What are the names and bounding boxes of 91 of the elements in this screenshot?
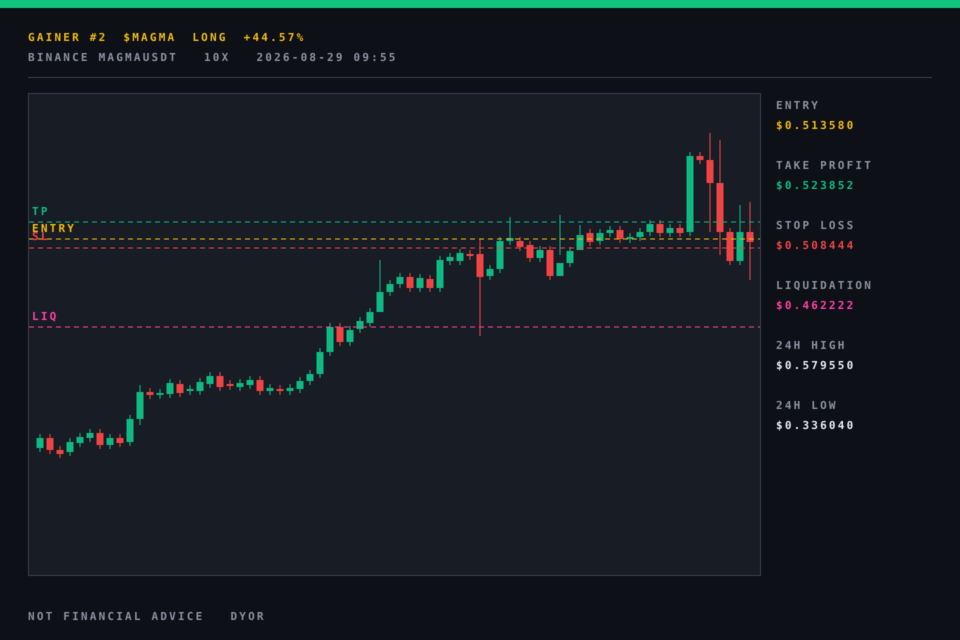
header-subtitle-text: 10X [204, 50, 230, 66]
stat-label: 24H HIGH [776, 340, 848, 352]
candlestick [186, 384, 194, 396]
stat-value: $0.579550 [776, 360, 856, 372]
candlestick [496, 236, 504, 274]
stat-label: TAKE PROFIT [776, 160, 874, 172]
candlestick [666, 224, 674, 238]
candlestick [276, 384, 284, 396]
candlestick [436, 256, 444, 292]
candlestick [116, 434, 124, 448]
stat-label: 24H LOW [776, 400, 839, 412]
candlestick [376, 260, 384, 312]
header-title-text: GAINER #2 [28, 30, 108, 46]
header-title-text: +44.57% [244, 30, 306, 46]
candlestick [46, 434, 54, 454]
candlestick [426, 274, 434, 292]
candlestick [566, 246, 574, 268]
candlestick [106, 434, 114, 450]
stat-value: $0.513580 [776, 120, 856, 132]
candlestick [226, 380, 234, 390]
candlestick [466, 250, 474, 260]
header-title-text: $MAGMA [123, 30, 176, 46]
candlestick [306, 370, 314, 386]
candlestick [96, 428, 104, 450]
candlestick [286, 384, 294, 396]
candlestick [676, 224, 684, 238]
footer-text: NOT FINANCIAL ADVICE [28, 609, 204, 625]
candlestick [156, 388, 164, 400]
candlestick [316, 348, 324, 378]
candlestick [636, 228, 644, 242]
header-title-text: LONG [192, 30, 228, 46]
candlestick [386, 280, 394, 296]
footer-text: DYOR [230, 609, 266, 625]
candlestick [646, 220, 654, 236]
candlestick [326, 322, 334, 356]
candlestick [66, 438, 74, 456]
candlestick [556, 214, 564, 276]
candlestick [266, 384, 274, 396]
candlestick [216, 372, 224, 392]
candlestick [616, 226, 624, 244]
candlestick [36, 434, 44, 452]
candlestick [86, 428, 94, 442]
candlestick [446, 252, 454, 266]
candlestick [126, 414, 134, 446]
level-label: LIQ [32, 311, 58, 322]
candlestick [246, 376, 254, 390]
stat-value: $0.523852 [776, 180, 856, 192]
candlestick [336, 322, 344, 346]
stat-label: ENTRY [776, 100, 822, 112]
stat-value: $0.462222 [776, 300, 856, 312]
candlestick [486, 264, 494, 280]
candlestick [366, 308, 374, 328]
level-label: TP [32, 206, 50, 217]
candlestick [506, 216, 514, 246]
candlestick [256, 376, 264, 396]
candlestick [536, 246, 544, 262]
candlestick [416, 274, 424, 292]
candlestick [176, 380, 184, 398]
stat-label: LIQUIDATION [776, 280, 874, 292]
candlestick [136, 384, 144, 426]
header-subtitle-text: BINANCE MAGMAUSDT [28, 50, 178, 66]
candlestick [626, 232, 634, 244]
candlestick [456, 248, 464, 266]
candlestick [606, 226, 614, 238]
candlestick [546, 246, 554, 280]
candlestick [696, 152, 704, 164]
candlestick [206, 372, 214, 388]
candlestick [346, 326, 354, 346]
candlestick [656, 220, 664, 238]
candlestick [726, 228, 734, 266]
stat-label: STOP LOSS [776, 220, 856, 232]
candlestick [356, 316, 364, 334]
level-label: SL [32, 231, 50, 242]
header-subtitle-text: 2026-08-29 09:55 [256, 50, 398, 66]
candlestick [236, 378, 244, 392]
candlestick [196, 378, 204, 396]
candlestick [76, 432, 84, 448]
candlestick [516, 236, 524, 252]
candlestick [166, 378, 174, 398]
stat-value: $0.508444 [776, 240, 856, 252]
candlestick [576, 224, 584, 250]
candlestick [526, 240, 534, 262]
candlestick [586, 228, 594, 246]
candlestick [596, 228, 604, 246]
candlestick [736, 204, 744, 266]
candlestick [146, 388, 154, 400]
candlestick [56, 446, 64, 458]
candlestick [406, 272, 414, 292]
candlestick [296, 376, 304, 394]
stat-value: $0.336040 [776, 420, 856, 432]
candlestick [396, 272, 404, 288]
